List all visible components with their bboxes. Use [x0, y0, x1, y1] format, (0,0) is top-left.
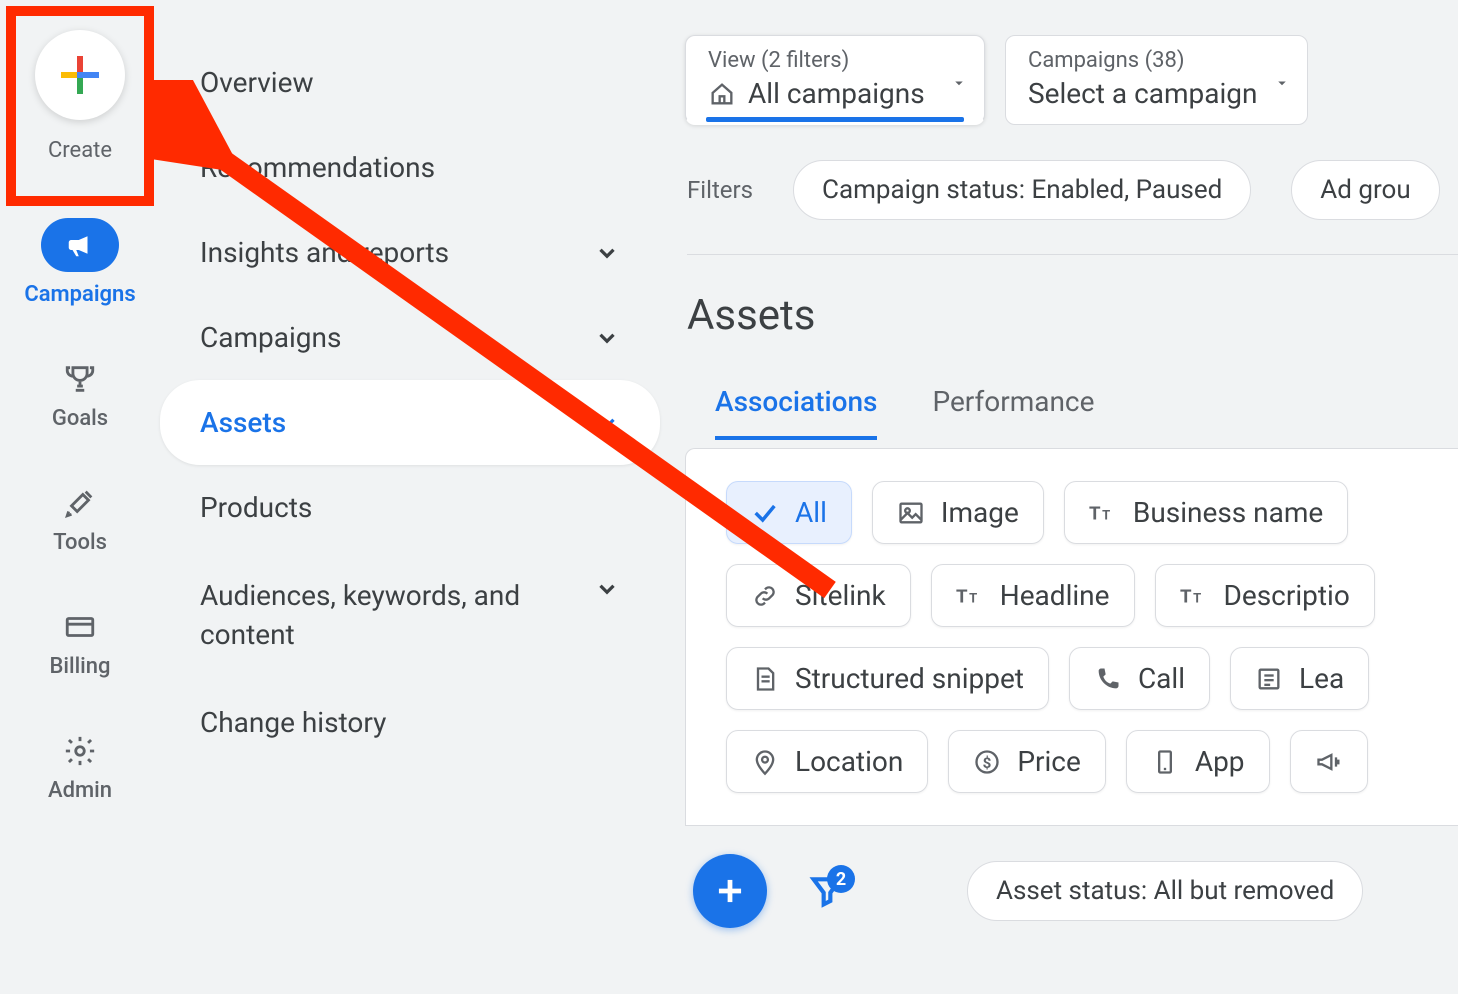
- megaphone-icon: [1315, 748, 1343, 776]
- create-label: Create: [48, 138, 112, 163]
- trophy-icon: [63, 362, 97, 396]
- view-selector[interactable]: View (2 filters) All campaigns: [685, 35, 985, 125]
- secondary-nav: Overview Recommendations Insights and re…: [160, 40, 660, 765]
- create-button[interactable]: [35, 30, 125, 120]
- plus-multicolor-icon: [57, 52, 103, 98]
- svg-text:T: T: [956, 585, 968, 606]
- asset-chip-sitelink[interactable]: Sitelink: [726, 564, 911, 627]
- nav-insights-reports[interactable]: Insights and reports: [160, 210, 660, 295]
- filter-count-badge: 2: [827, 865, 855, 893]
- chevron-down-icon: [594, 325, 620, 351]
- nav-change-history[interactable]: Change history: [160, 680, 660, 765]
- nav-audiences-keywords[interactable]: Audiences, keywords, and content: [160, 550, 660, 680]
- filters-label: Filters: [687, 176, 753, 204]
- page-title: Assets: [685, 291, 1458, 340]
- asset-chip-lead[interactable]: Lea: [1230, 647, 1369, 710]
- nav-overview[interactable]: Overview: [160, 40, 660, 125]
- document-icon: [751, 665, 779, 693]
- home-icon: [708, 80, 736, 108]
- svg-text:T: T: [969, 591, 977, 606]
- chevron-down-icon: [594, 576, 620, 602]
- card-icon: [63, 610, 97, 644]
- tab-performance[interactable]: Performance: [932, 385, 1094, 440]
- svg-text:T: T: [1193, 591, 1201, 606]
- asset-chip-all[interactable]: All: [726, 481, 852, 544]
- main-panel: View (2 filters) All campaigns Campaigns…: [685, 35, 1458, 928]
- filter-chip-adgroup[interactable]: Ad grou: [1291, 160, 1439, 220]
- link-icon: [751, 582, 779, 610]
- rail-item-goals[interactable]: Goals: [52, 362, 108, 431]
- megaphone-icon: [63, 228, 97, 262]
- asset-chip-app[interactable]: App: [1126, 730, 1270, 793]
- asset-chip-image[interactable]: Image: [872, 481, 1044, 544]
- nav-recommendations[interactable]: Recommendations: [160, 125, 660, 210]
- assets-tabs: Associations Performance: [685, 385, 1458, 440]
- list-icon: [1255, 665, 1283, 693]
- nav-assets[interactable]: Assets: [160, 380, 660, 465]
- divider: [687, 254, 1458, 255]
- left-rail: Create Campaigns Goals Tools Billing Adm…: [0, 0, 160, 994]
- nav-products[interactable]: Products: [160, 465, 660, 550]
- asset-chip-description[interactable]: TT Descriptio: [1155, 564, 1375, 627]
- asset-chip-promotion[interactable]: [1290, 730, 1368, 793]
- image-icon: [897, 499, 925, 527]
- gear-icon: [63, 734, 97, 768]
- asset-type-panel: All Image TT Business name Sitelink TT H…: [685, 448, 1458, 826]
- tab-associations[interactable]: Associations: [715, 385, 877, 440]
- mobile-icon: [1151, 748, 1179, 776]
- asset-chip-location[interactable]: Location: [726, 730, 928, 793]
- asset-chip-price[interactable]: $ Price: [948, 730, 1105, 793]
- svg-text:$: $: [983, 753, 992, 771]
- nav-campaigns[interactable]: Campaigns: [160, 295, 660, 380]
- svg-text:T: T: [1089, 502, 1101, 523]
- svg-text:T: T: [1180, 585, 1192, 606]
- text-icon: TT: [956, 582, 984, 610]
- svg-text:T: T: [1102, 508, 1110, 523]
- caret-down-icon: [950, 74, 968, 92]
- asset-chip-structured-snippet[interactable]: Structured snippet: [726, 647, 1049, 710]
- check-icon: [751, 499, 779, 527]
- tools-icon: [63, 486, 97, 520]
- chevron-down-icon: [594, 240, 620, 266]
- caret-down-icon: [1273, 74, 1291, 92]
- asset-chip-business-name[interactable]: TT Business name: [1064, 481, 1348, 544]
- dollar-icon: $: [973, 748, 1001, 776]
- filter-button[interactable]: 2: [807, 871, 847, 911]
- asset-status-chip[interactable]: Asset status: All but removed: [967, 861, 1363, 921]
- add-asset-button[interactable]: [693, 854, 767, 928]
- campaign-selector[interactable]: Campaigns (38) Select a campaign: [1005, 35, 1308, 125]
- rail-item-billing[interactable]: Billing: [49, 610, 110, 679]
- text-icon: TT: [1180, 582, 1208, 610]
- rail-item-campaigns[interactable]: Campaigns: [24, 218, 135, 307]
- asset-chip-headline[interactable]: TT Headline: [931, 564, 1135, 627]
- text-icon: TT: [1089, 499, 1117, 527]
- filter-chip-campaign-status[interactable]: Campaign status: Enabled, Paused: [793, 160, 1251, 220]
- asset-chip-call[interactable]: Call: [1069, 647, 1210, 710]
- plus-icon: [711, 872, 749, 910]
- rail-item-admin[interactable]: Admin: [48, 734, 112, 803]
- pin-icon: [751, 748, 779, 776]
- chevron-down-icon: [594, 410, 620, 436]
- phone-icon: [1094, 665, 1122, 693]
- rail-item-tools[interactable]: Tools: [53, 486, 107, 555]
